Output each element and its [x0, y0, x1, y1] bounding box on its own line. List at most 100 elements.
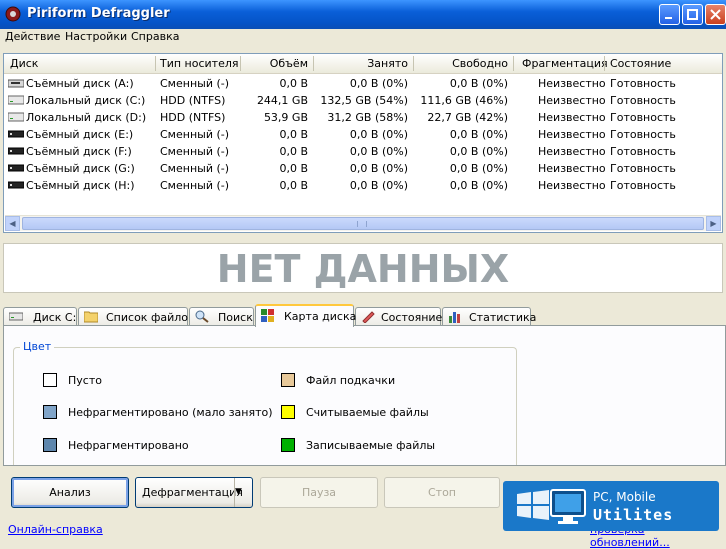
col-disk[interactable]: Диск — [10, 57, 38, 70]
maximize-icon — [687, 9, 698, 20]
floppy-drive-icon — [8, 79, 24, 88]
title-bar: Piriform Defraggler — [0, 0, 726, 29]
drive-free: 111,6 GB (46%) — [420, 94, 508, 107]
drive-size: 53,9 GB — [263, 111, 308, 124]
drive-used: 0,0 B (0%) — [349, 77, 408, 90]
defrag-button[interactable]: Дефрагментация ▼ — [135, 477, 253, 508]
swatch-pagefile — [281, 373, 295, 387]
scroll-thumb[interactable] — [22, 217, 704, 230]
minimize-button[interactable] — [659, 4, 680, 25]
defrag-dropdown[interactable]: ▼ — [234, 478, 252, 507]
analyze-button[interactable]: Анализ — [11, 477, 129, 508]
drive-state: Готовность — [610, 179, 676, 192]
statistics-icon — [449, 312, 460, 323]
scroll-right-button[interactable]: ▶ — [706, 216, 721, 231]
folder-icon — [84, 311, 98, 323]
swatch-reading — [281, 405, 295, 419]
drive-used: 0,0 B (0%) — [349, 162, 408, 175]
minimize-icon — [665, 17, 672, 19]
menu-action[interactable]: Действие — [5, 30, 60, 43]
drive-row-h[interactable]: Съёмный диск (H:) Сменный (-) 0,0 B 0,0 … — [4, 177, 722, 194]
drive-state: Готовность — [610, 77, 676, 90]
removable-drive-icon — [8, 164, 24, 172]
drive-row-c[interactable]: Локальный диск (C:) HDD (NTFS) 244,1 GB … — [4, 92, 722, 109]
drive-free: 0,0 B (0%) — [449, 179, 508, 192]
menu-help[interactable]: Справка — [131, 30, 179, 43]
drive-name: Съёмный диск (H:) — [26, 179, 135, 192]
drive-row-e[interactable]: Съёмный диск (E:) Сменный (-) 0,0 B 0,0 … — [4, 126, 722, 143]
legend-label-pagefile: Файл подкачки — [306, 374, 396, 387]
hard-drive-icon — [8, 112, 24, 122]
drive-name: Локальный диск (D:) — [26, 111, 147, 124]
drive-type: Сменный (-) — [160, 128, 230, 141]
drive-free: 0,0 B (0%) — [449, 77, 508, 90]
drive-type: HDD (NTFS) — [160, 111, 226, 124]
col-fragmentation[interactable]: Фрагментация — [522, 57, 608, 70]
col-size[interactable]: Объём — [242, 57, 308, 70]
col-used[interactable]: Занято — [315, 57, 408, 70]
drive-fragmentation: Неизвестно — [538, 77, 606, 90]
drive-size: 244,1 GB — [256, 94, 308, 107]
legend-label-writing: Записываемые файлы — [306, 439, 436, 452]
drive-map-empty: НЕТ ДАННЫХ — [3, 243, 723, 293]
tab-bar: Диск C: Список файлов Поиск Карта диска … — [0, 304, 726, 327]
drive-list: Диск Тип носителя Объём Занято Свободно … — [3, 53, 723, 233]
watermark-line2: Utilites — [593, 506, 674, 524]
drive-row-d[interactable]: Локальный диск (D:) HDD (NTFS) 53,9 GB 3… — [4, 109, 722, 126]
pause-button[interactable]: Пауза — [260, 477, 378, 508]
defrag-button-label: Дефрагментация — [142, 486, 243, 499]
drive-size: 0,0 B — [279, 128, 308, 141]
drive-fragmentation: Неизвестно — [538, 94, 606, 107]
menu-bar: Действие Настройки Справка — [0, 29, 726, 47]
scroll-left-button[interactable]: ◀ — [5, 216, 20, 231]
close-icon — [710, 9, 721, 20]
legend-label-reading: Считываемые файлы — [306, 406, 429, 419]
drive-row-a[interactable]: Съёмный диск (A:) Сменный (-) 0,0 B 0,0 … — [4, 75, 722, 92]
close-button[interactable] — [705, 4, 726, 25]
horizontal-scrollbar[interactable]: ◀ ▶ — [5, 215, 721, 231]
col-state[interactable]: Состояние — [610, 57, 671, 70]
menu-settings[interactable]: Настройки — [65, 30, 127, 43]
drive-used: 132,5 GB (54%) — [320, 94, 408, 107]
drive-free: 0,0 B (0%) — [449, 145, 508, 158]
online-help-link[interactable]: Онлайн-справка — [8, 523, 103, 536]
grip-icon — [357, 221, 367, 227]
drive-name: Локальный диск (C:) — [26, 94, 146, 107]
drive-size: 0,0 B — [279, 77, 308, 90]
arrow-left-icon: ◀ — [9, 219, 16, 228]
col-free[interactable]: Свободно — [415, 57, 508, 70]
drive-used: 0,0 B (0%) — [349, 179, 408, 192]
removable-drive-icon — [8, 181, 24, 189]
arrow-right-icon: ▶ — [710, 219, 717, 228]
drive-state: Готовность — [610, 111, 676, 124]
tab-file-list[interactable]: Список файлов — [78, 307, 194, 326]
stop-button[interactable]: Стоп — [384, 477, 500, 508]
drive-row-g[interactable]: Съёмный диск (G:) Сменный (-) 0,0 B 0,0 … — [4, 160, 722, 177]
search-icon — [195, 310, 209, 323]
drive-type: Сменный (-) — [160, 162, 230, 175]
legend-label-empty: Пусто — [68, 374, 102, 387]
drive-row-f[interactable]: Съёмный диск (F:) Сменный (-) 0,0 B 0,0 … — [4, 143, 722, 160]
drive-fragmentation: Неизвестно — [538, 145, 606, 158]
drive-state: Готовность — [610, 145, 676, 158]
removable-drive-icon — [8, 147, 24, 155]
tab-state[interactable]: Состояние — [355, 307, 442, 326]
drive-name: Съёмный диск (F:) — [26, 145, 132, 158]
col-media-type[interactable]: Тип носителя — [160, 57, 239, 70]
maximize-button[interactable] — [682, 4, 703, 25]
drive-fragmentation: Неизвестно — [538, 128, 606, 141]
windows-monitor-icon — [517, 489, 586, 524]
hard-drive-icon — [8, 95, 24, 105]
legend-label-unfragmented-low: Нефрагментировано (мало занято) — [68, 406, 273, 419]
chevron-down-icon: ▼ — [235, 487, 242, 497]
drive-name: Съёмный диск (A:) — [26, 77, 134, 90]
drive-fragmentation: Неизвестно — [538, 162, 606, 175]
tab-statistics[interactable]: Статистика — [442, 307, 536, 326]
drive-type: Сменный (-) — [160, 145, 230, 158]
tab-disk-c[interactable]: Диск C: — [3, 307, 77, 326]
tab-search[interactable]: Поиск — [189, 307, 254, 326]
drive-state: Готовность — [610, 128, 676, 141]
watermark-line1: PC, Mobile — [593, 490, 656, 504]
drive-name: Съёмный диск (G:) — [26, 162, 135, 175]
tab-disk-map[interactable]: Карта диска — [255, 304, 356, 327]
